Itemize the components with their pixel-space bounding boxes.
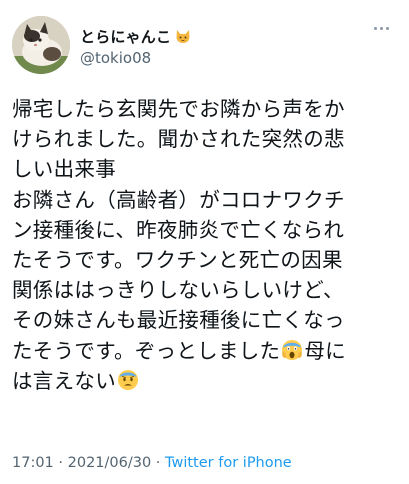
- display-name[interactable]: とらにゃんこ: [80, 26, 171, 47]
- cat-photo-avatar-icon: [12, 16, 70, 74]
- tweet-time[interactable]: 17:01: [12, 455, 54, 471]
- screaming-face-emoji-icon: [281, 339, 303, 361]
- avatar[interactable]: [12, 16, 70, 74]
- tweet-meta: 17:01 · 2021/06/30 · Twitter for iPhone: [12, 455, 292, 471]
- meta-separator: ·: [151, 455, 166, 471]
- fearful-face-emoji-icon: [117, 369, 139, 391]
- tweet-line: けられました。聞かされた突然の悲: [12, 127, 345, 152]
- more-horizontal-icon[interactable]: [369, 20, 393, 36]
- tweet-text: 帰宅したら玄関先でお隣から声をか けられました。聞かされた突然の悲 しい出来事 …: [12, 94, 398, 396]
- cat-face-emoji-icon: [175, 28, 191, 44]
- tweet-line-text: たそうです。ぞっとしました: [12, 338, 281, 363]
- tweet-line: たそうです。ぞっとしました 母に: [12, 336, 398, 366]
- meta-separator: ·: [53, 455, 68, 471]
- tweet-source-link[interactable]: Twitter for iPhone: [165, 455, 292, 471]
- tweet-line: たそうです。ワクチンと死亡の因果: [12, 247, 343, 272]
- tweet-line: は言えない: [12, 366, 398, 396]
- tweet-header: とらにゃんこ @tokio08: [12, 16, 397, 74]
- tweet-line-text: は言えない: [12, 368, 116, 393]
- tweet-line: お隣さん（高齢者）がコロナワクチ: [12, 187, 345, 212]
- tweet-line: 帰宅したら玄関先でお隣から声をか: [12, 97, 345, 121]
- tweet-line-tail: 母に: [304, 338, 346, 363]
- tweet-line: 関係ははっきりしないらしいけど、: [12, 278, 344, 303]
- tweet-line: その妹さんも最近接種後に亡くなっ: [12, 308, 345, 333]
- user-handle[interactable]: @tokio08: [80, 49, 191, 67]
- tweet-line: しい出来事: [12, 157, 116, 182]
- tweet-date[interactable]: 2021/06/30: [68, 455, 152, 471]
- tweet-line: ン接種後に、昨夜肺炎で亡くなられ: [12, 217, 345, 242]
